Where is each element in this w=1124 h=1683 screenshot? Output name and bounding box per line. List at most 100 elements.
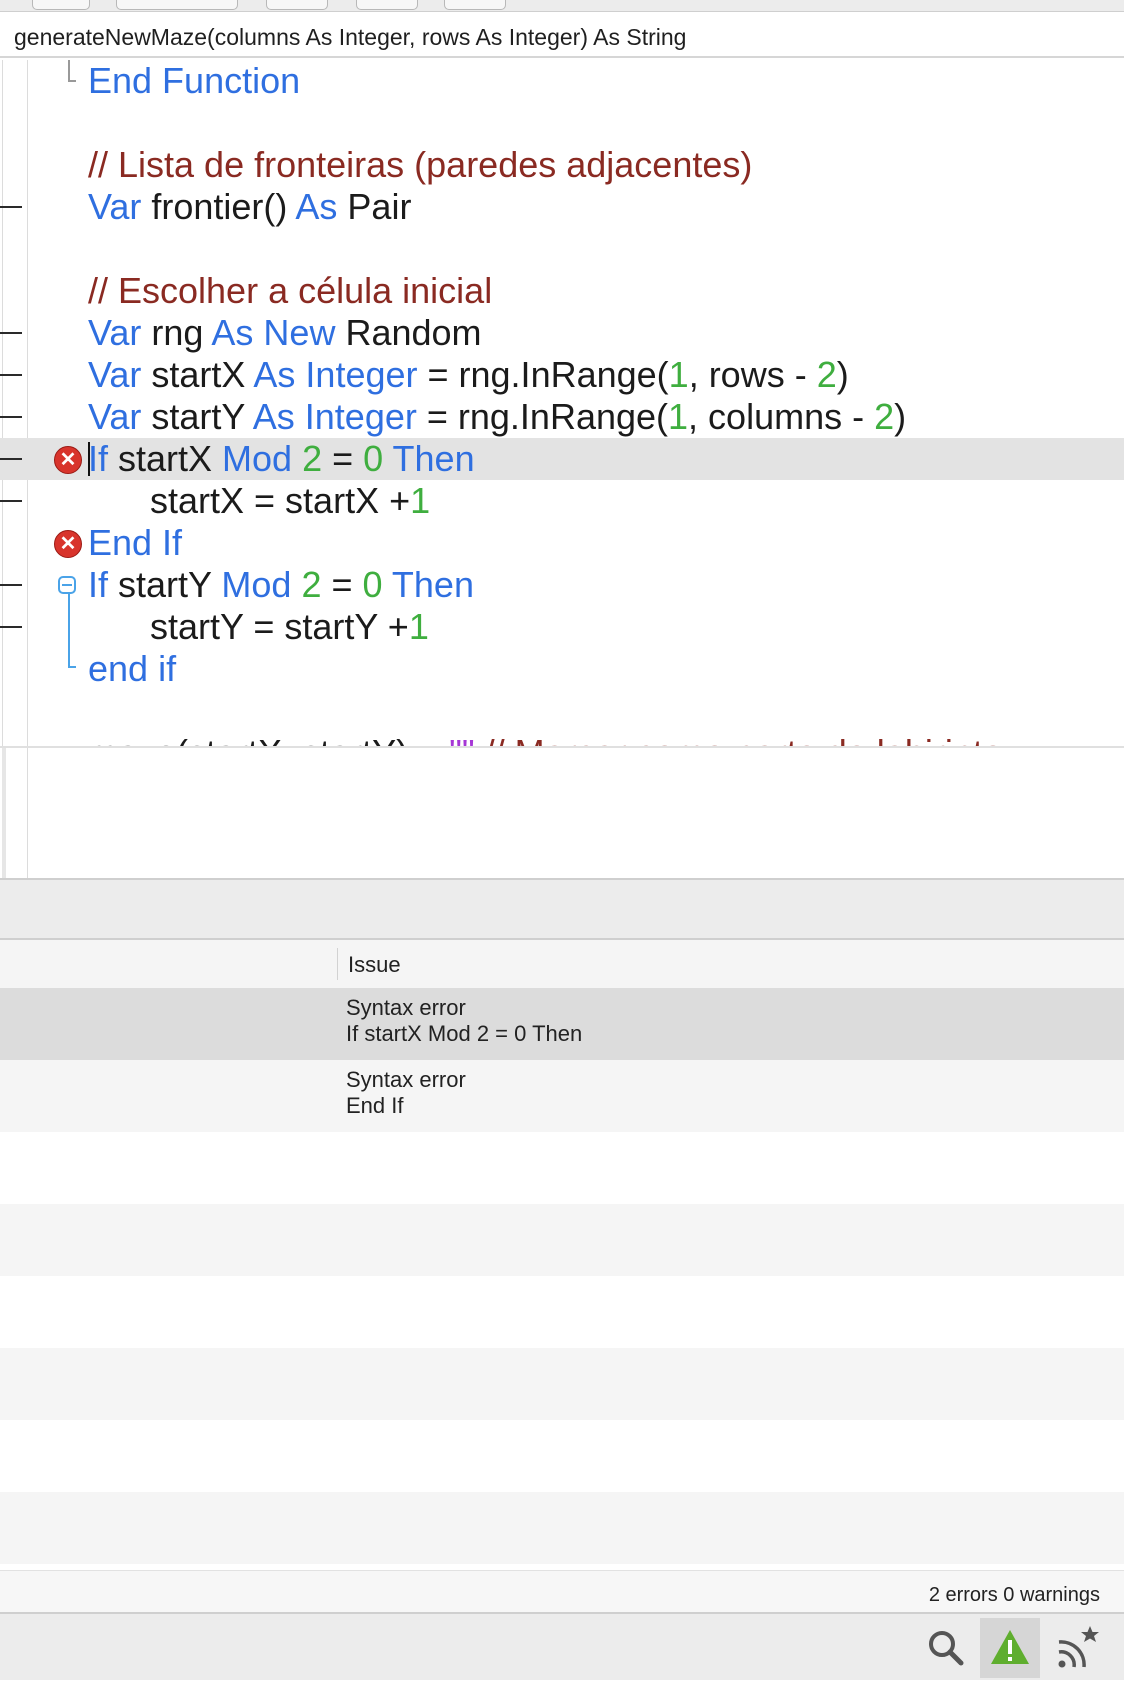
code-line-partial[interactable]: maze(startX, startY) = "" // Marcar como… [0, 732, 1124, 746]
column-separator[interactable] [337, 948, 338, 980]
keyword: If [88, 438, 109, 479]
expression: ) [836, 354, 849, 395]
code-line-current[interactable]: ✕ If startX Mod 2 = 0 Then [0, 438, 1124, 480]
method-signature-bar[interactable]: generateNewMaze(columns As Integer, rows… [0, 12, 1124, 58]
issues-button[interactable] [980, 1618, 1040, 1678]
number-literal: 2 [302, 438, 323, 479]
string-literal: "" [449, 732, 475, 746]
error-icon[interactable]: ✕ [54, 446, 82, 474]
text-caret [88, 442, 90, 477]
number-literal: 1 [410, 480, 431, 521]
code-line[interactable]: // Lista de fronteiras (paredes adjacent… [0, 144, 1124, 186]
keyword: End Function [88, 60, 301, 101]
code-line[interactable]: // Escolher a célula inicial [0, 270, 1124, 312]
number-literal: 2 [301, 564, 322, 605]
gutter-border [2, 748, 6, 882]
issue-row-selected[interactable]: Syntax error If startX Mod 2 = 0 Then [0, 988, 1124, 1060]
number-literal: 1 [668, 396, 689, 437]
issue-column-header[interactable]: Issue [348, 940, 401, 990]
expression: maze(startX, startY) = [88, 732, 449, 746]
comment: // Escolher a célula inicial [88, 270, 493, 311]
identifier: startY [108, 564, 222, 605]
identifier: startY [141, 396, 253, 437]
issues-table[interactable]: Issue Syntax error If startX Mod 2 = 0 T… [0, 940, 1124, 1570]
toolbar-button[interactable] [266, 0, 328, 10]
keyword: Var [88, 354, 142, 395]
keyword: Var [88, 186, 142, 227]
code-editor[interactable]: End Function // Lista de fronteiras (par… [0, 60, 1124, 746]
issues-status-bar: 2 errors 0 warnings [0, 1570, 1124, 1613]
code-line[interactable]: end if [0, 648, 1124, 690]
empty-row [0, 1420, 1124, 1492]
line-marker [0, 374, 22, 376]
issue-title: Syntax error [346, 995, 466, 1020]
keyword: Then [392, 438, 475, 479]
comment: // Marcar como parte do labirinto [475, 732, 1003, 746]
empty-row [0, 1204, 1124, 1276]
bottom-toolbar [0, 1612, 1124, 1680]
code-line[interactable]: End Function [0, 60, 1124, 102]
keyword: End If [88, 522, 183, 563]
warning-icon [991, 1630, 1029, 1664]
toolbar-button[interactable] [116, 0, 238, 10]
error-icon[interactable]: ✕ [54, 530, 82, 558]
code-line[interactable]: Var frontier() As Pair [0, 186, 1124, 228]
code-line[interactable]: startY = startY +1 [0, 606, 1124, 648]
code-line[interactable]: startX = startX +1 [0, 480, 1124, 522]
type-name: Pair [337, 186, 412, 227]
keyword: If [88, 564, 109, 605]
keyword: end if [88, 648, 177, 689]
identifier: startX [141, 354, 254, 395]
code-line[interactable]: ✕ End If [0, 522, 1124, 564]
number-literal: 2 [816, 354, 837, 395]
empty-row [0, 1492, 1124, 1564]
search-button[interactable] [916, 1618, 976, 1678]
toolbar-button[interactable] [444, 0, 506, 10]
line-marker [0, 584, 22, 586]
keyword: Then [391, 564, 474, 605]
empty-row [0, 1348, 1124, 1420]
feed-icon [1058, 1626, 1099, 1668]
identifier: startX [108, 438, 223, 479]
pane-divider[interactable] [0, 878, 1124, 940]
expression: startX = startX + [150, 480, 411, 521]
code-line[interactable]: If startY Mod 2 = 0 Then [0, 564, 1124, 606]
top-toolbar [0, 0, 1124, 12]
editor-empty-area[interactable] [0, 746, 1124, 882]
keyword: Var [88, 396, 142, 437]
issue-detail: End If [346, 1093, 404, 1118]
code-line[interactable]: Var startX As Integer = rng.InRange(1, r… [0, 354, 1124, 396]
number-literal: 1 [668, 354, 689, 395]
empty-row [0, 1132, 1124, 1204]
search-icon [929, 1631, 964, 1666]
line-marker [0, 332, 22, 334]
method-signature: generateNewMaze(columns As Integer, rows… [14, 24, 687, 50]
code-line[interactable]: Var startY As Integer = rng.InRange(1, c… [0, 396, 1124, 438]
keyword: As New [211, 312, 336, 353]
expression: ) [894, 396, 907, 437]
keyword: Mod [222, 438, 293, 479]
fold-toggle-icon[interactable] [58, 576, 76, 594]
line-marker [0, 206, 22, 208]
toolbar-button[interactable] [356, 0, 418, 10]
empty-row [0, 1276, 1124, 1348]
expression: , rows - [688, 354, 817, 395]
identifier: frontier() [141, 186, 296, 227]
issue-row[interactable]: Syntax error End If [0, 1060, 1124, 1132]
line-marker [0, 416, 22, 418]
keyword: As [295, 186, 338, 227]
issue-title: Syntax error [346, 1067, 466, 1092]
type-name: Random [335, 312, 482, 353]
feed-button[interactable] [1046, 1618, 1106, 1678]
expression: = [321, 564, 363, 605]
expression: startY = startY + [150, 606, 409, 647]
issue-detail: If startX Mod 2 = 0 Then [346, 1021, 583, 1046]
code-line[interactable]: Var rng As New Random [0, 312, 1124, 354]
toolbar-button[interactable] [32, 0, 90, 10]
comment: // Lista de fronteiras (paredes adjacent… [88, 144, 753, 185]
number-literal: 1 [408, 606, 429, 647]
